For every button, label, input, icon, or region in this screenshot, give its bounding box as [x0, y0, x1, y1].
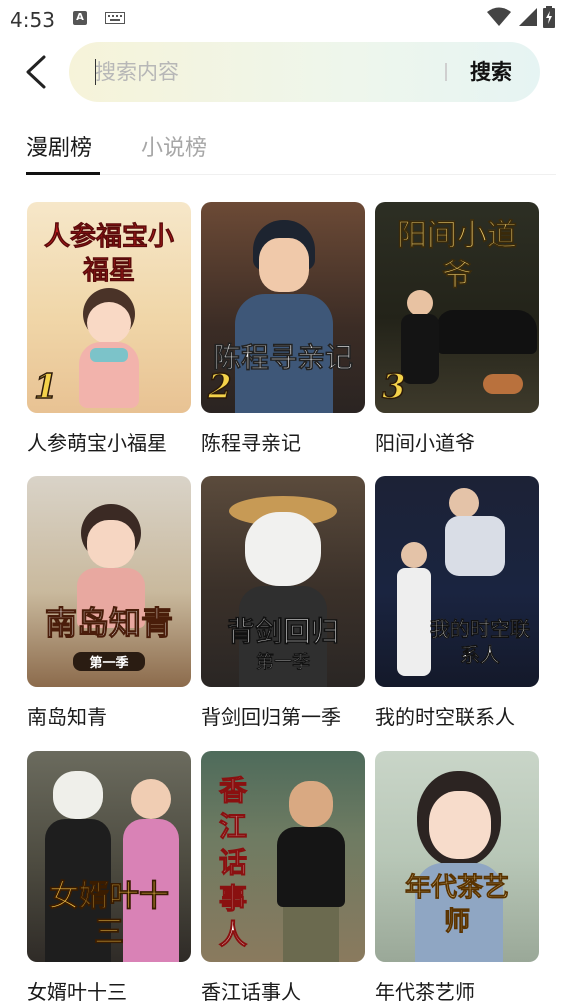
cover-subtitle: 第一季: [256, 652, 310, 673]
cover-title: 我的时空联系人: [430, 617, 531, 668]
rank-badge: 3: [381, 366, 406, 408]
search-divider: [445, 63, 447, 81]
card-title: 陈程寻亲记: [201, 431, 301, 455]
cover-title: 南岛知青: [44, 604, 173, 643]
cover-image: 背剑回归 第一季: [201, 476, 365, 687]
card-title: 女婿叶十三: [27, 980, 127, 1004]
search-input[interactable]: [95, 56, 425, 88]
list-item[interactable]: 香江话事人 香江话事人: [201, 751, 365, 1005]
cover-image: 陈程寻亲记 2: [201, 202, 365, 413]
cover-image: 香江话事人: [201, 751, 365, 962]
list-item[interactable]: 女婿叶十三 女婿叶十三: [27, 751, 191, 1005]
rank-badge: 2: [207, 366, 232, 408]
notification-a-icon: A: [73, 11, 87, 25]
cover-title: 香江话事人: [218, 774, 247, 952]
tabs-divider: [26, 174, 556, 175]
list-item[interactable]: 阳间小道爷 3 阳间小道爷: [375, 202, 539, 456]
card-title: 阳间小道爷: [375, 431, 475, 455]
tab-comic-drama-rank[interactable]: 漫剧榜: [26, 130, 92, 162]
search-button[interactable]: 搜索: [461, 56, 521, 88]
cellular-icon: [519, 8, 537, 26]
card-title: 香江话事人: [201, 980, 301, 1004]
list-item[interactable]: 人参福宝小福星 1 人参萌宝小福星: [27, 202, 191, 456]
keyboard-icon: [105, 12, 125, 24]
cover-image: 年代茶艺师: [375, 751, 539, 962]
card-title: 人参萌宝小福星: [27, 431, 167, 455]
status-bar: 4:53 A: [0, 0, 565, 36]
cover-title: 背剑回归: [226, 615, 340, 649]
active-tab-indicator: [26, 172, 100, 175]
back-arrow-icon[interactable]: [22, 54, 52, 90]
cover-image: 阳间小道爷 3: [375, 202, 539, 413]
list-item[interactable]: 年代茶艺师 年代茶艺师: [375, 751, 539, 1005]
cover-title: 女婿叶十三: [49, 879, 170, 951]
status-time: 4:53: [10, 8, 55, 32]
card-title: 年代茶艺师: [375, 980, 475, 1004]
rank-badge: 1: [33, 366, 58, 408]
list-item[interactable]: 背剑回归 第一季 背剑回归第一季: [201, 476, 365, 730]
card-title: 南岛知青: [27, 705, 107, 729]
cover-image: 人参福宝小福星 1: [27, 202, 191, 413]
text-caret: [95, 59, 96, 85]
cover-image: 女婿叶十三: [27, 751, 191, 962]
cover-title: 人参福宝小福星: [43, 222, 175, 287]
cover-image: 南岛知青 第一季: [27, 476, 191, 687]
card-title: 我的时空联系人: [375, 705, 515, 729]
cover-image: 我的时空联系人: [375, 476, 539, 687]
cover-title: 阳间小道爷: [397, 218, 518, 294]
rank-tabs: 漫剧榜 小说榜: [0, 120, 565, 178]
list-item[interactable]: 陈程寻亲记 2 陈程寻亲记: [201, 202, 365, 456]
card-title: 背剑回归第一季: [201, 705, 341, 729]
wifi-icon: [487, 7, 511, 26]
cover-subtitle: 第一季: [73, 652, 145, 671]
list-item[interactable]: 南岛知青 第一季 南岛知青: [27, 476, 191, 730]
cover-title: 年代茶艺师: [404, 873, 510, 938]
tab-novel-rank[interactable]: 小说榜: [141, 130, 207, 162]
search-bar: 搜索: [69, 42, 540, 102]
battery-icon: [543, 6, 555, 28]
list-item[interactable]: 我的时空联系人 我的时空联系人: [375, 476, 539, 730]
